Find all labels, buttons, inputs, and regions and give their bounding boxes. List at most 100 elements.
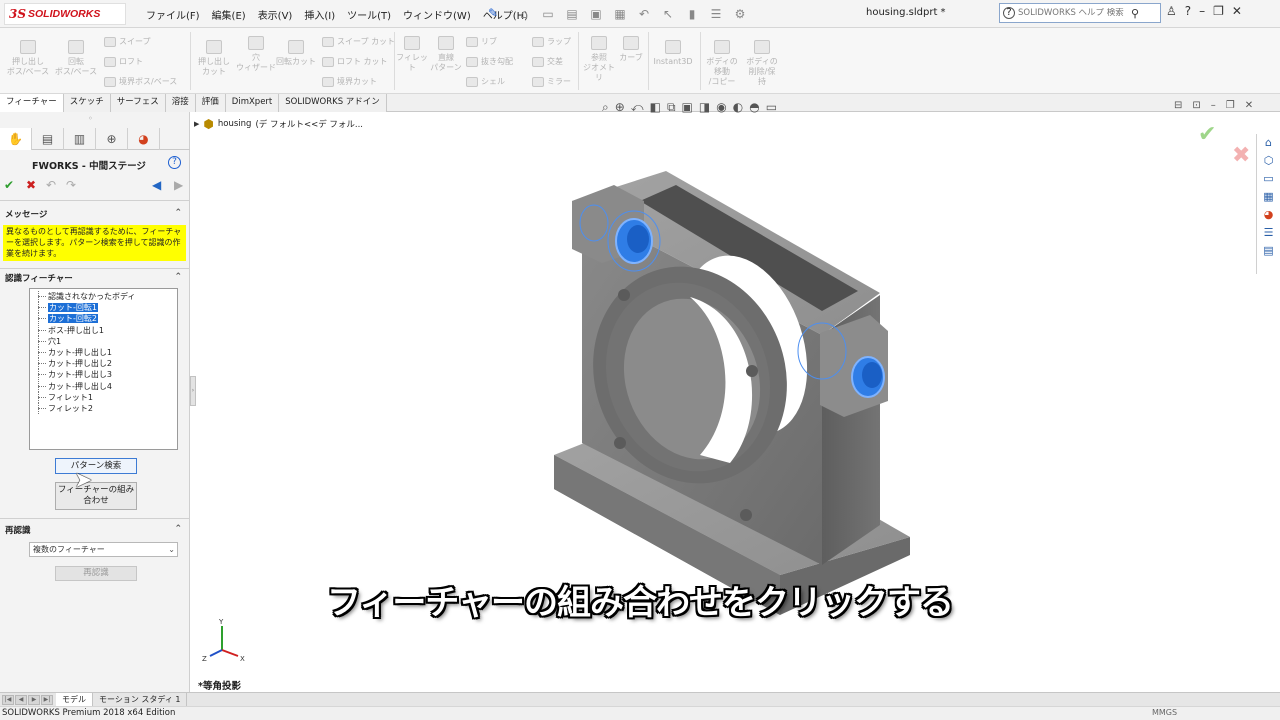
ok-check-icon[interactable]: ✔ [4,178,14,192]
select-icon[interactable]: ↖ [660,7,676,21]
hide-show-items-icon[interactable]: ◉ [716,100,726,115]
confirm-ok-check-icon[interactable]: ✔ [1198,122,1216,147]
close-icon[interactable]: ✕ [1232,4,1242,18]
options-gear-icon[interactable]: ⚙ [732,7,748,21]
boundary-boss-button[interactable]: 境界ボス/ベース [104,76,177,87]
forward-arrow-icon[interactable]: ▶ [174,178,183,192]
display-style-icon[interactable]: ◨ [699,100,710,115]
solidworks-logo[interactable]: 3S SOLIDWORKS [4,3,126,25]
tab-features[interactable]: フィーチャー [0,94,64,112]
minimize-icon[interactable]: – [1199,4,1205,18]
confirm-cancel-x-icon[interactable]: ✖ [1232,143,1250,168]
feature-tree-flyout[interactable]: ▶ ⬢ housing (デ フォルト<<デ フォル... [194,117,363,131]
home-icon[interactable]: ⌂ [516,7,532,21]
chevron-up-icon[interactable]: ⌃ [174,208,182,218]
wrap-button[interactable]: ラップ [532,36,571,47]
previous-view-icon[interactable]: ⤺ [631,100,644,115]
chevron-up-icon[interactable]: ⌃ [174,524,182,534]
user-icon[interactable]: ♙ [1166,4,1177,18]
menu-file[interactable]: ファイル(F) [140,7,206,22]
last-tab-icon[interactable]: ▶| [41,694,53,705]
custom-properties-icon[interactable]: ☰ [1261,226,1277,240]
mirror-button[interactable]: ミラー [532,76,571,87]
configuration-manager-tab-icon[interactable]: ▥ [64,128,96,150]
revolve-cut-button[interactable]: 回転カット [276,40,316,67]
tab-weldments[interactable]: 溶接 [165,94,196,112]
curves-button[interactable]: カーブ [616,36,646,63]
search-icon[interactable]: ⚲ [1131,7,1139,20]
pattern-search-button[interactable]: パターン検索 [55,458,137,474]
edit-appearance-icon[interactable]: ◐ [733,100,743,115]
feature-manager-tab-icon[interactable]: ✋ [0,128,32,150]
rebuild-icon[interactable]: ▮ [684,7,700,21]
dimxpert-manager-tab-icon[interactable]: ⊕ [96,128,128,150]
tab-surfaces[interactable]: サーフェス [110,94,166,112]
move-copy-body-button[interactable]: ボディの 移動 /コピー [702,40,742,87]
first-tab-icon[interactable]: |◀ [2,694,14,705]
rerecognize-section-header[interactable]: 再認識 ⌃ [0,524,190,538]
zoom-to-area-icon[interactable]: ⊕ [615,100,625,115]
list-item[interactable]: ボス-押し出し1 [34,324,173,336]
help-search-box[interactable]: ? ⚲ [999,3,1161,23]
list-item[interactable]: 認識されなかったボディ [34,291,173,303]
prev-tab-icon[interactable]: ◀ [15,694,27,705]
intersect-button[interactable]: 交差 [532,56,563,67]
display-manager-tab-icon[interactable]: ◕ [128,128,160,150]
cancel-x-icon[interactable]: ✖ [26,178,36,192]
reference-geometry-button[interactable]: 参照 ジオメトリ [582,36,616,83]
view-orientation-icon[interactable]: ▣ [682,100,693,115]
menu-tools[interactable]: ツール(T) [341,7,397,22]
tab-motion-study[interactable]: モーション スタディ 1 [93,692,188,707]
save-icon[interactable]: ▣ [588,7,604,21]
hole-wizard-button[interactable]: 穴 ウィザード [236,36,276,73]
sweep-button[interactable]: スイープ [104,36,151,47]
shell-button[interactable]: シェル [466,76,505,87]
dynamic-annotation-icon[interactable]: ⧉ [667,100,676,115]
print-icon[interactable]: ▦ [612,7,628,21]
loft-button[interactable]: ロフト [104,56,143,67]
file-explorer-icon[interactable]: ▭ [1261,172,1277,186]
design-library-icon[interactable]: ⬡ [1261,154,1277,168]
list-item[interactable]: カット-押し出し2 [34,358,173,370]
extrude-boss-button[interactable]: 押し出し ボス/ベース [6,40,50,77]
list-item[interactable]: カット-押し出し3 [34,369,173,381]
list-item[interactable]: カット-押し出し4 [34,380,173,392]
help-icon[interactable]: ? [1185,4,1191,18]
restore-icon[interactable]: ❐ [1213,4,1224,18]
list-item[interactable]: フィレット2 [34,402,173,415]
revolve-boss-button[interactable]: 回転 ボス/ベース [54,40,98,77]
recognized-features-header[interactable]: 認識フィーチャー ⌃ [0,272,190,286]
viewport-expand-icon[interactable]: ⊡ [1192,100,1200,111]
menu-edit[interactable]: 編集(E) [206,7,252,22]
forum-icon[interactable]: ▤ [1261,244,1277,258]
list-item[interactable]: カット-回転2 [34,313,173,325]
viewport-restore-icon[interactable]: ❐ [1226,100,1235,111]
apply-scene-icon[interactable]: ◓ [749,100,759,115]
panel-grip-icon[interactable]: ◦ [88,114,93,123]
property-manager-tab-icon[interactable]: ▤ [32,128,64,150]
chevron-up-icon[interactable]: ⌃ [174,272,182,282]
next-tab-icon[interactable]: ▶ [28,694,40,705]
back-arrow-icon[interactable]: ◀ [152,178,161,192]
menu-view[interactable]: 表示(V) [252,7,299,22]
open-icon[interactable]: ▤ [564,7,580,21]
help-icon[interactable]: ? [168,156,181,169]
recognized-features-list[interactable]: 認識されなかったボディ カット-回転1 カット-回転2 ボス-押し出し1 穴1 … [29,288,178,450]
extrude-cut-button[interactable]: 押し出し カット [194,40,234,77]
solidworks-resources-icon[interactable]: ⌂ [1261,136,1277,150]
tab-sketch[interactable]: スケッチ [63,94,111,112]
tab-dimxpert[interactable]: DimXpert [225,94,280,112]
sweep-cut-button[interactable]: スイープ カット [322,36,395,47]
instant3d-button[interactable]: Instant3D [650,40,696,67]
new-document-icon[interactable]: ▭ [540,7,556,21]
tab-model[interactable]: モデル [56,692,93,707]
viewport-close-icon[interactable]: ✕ [1245,100,1253,111]
linear-pattern-button[interactable]: 直線 パターン [430,36,462,73]
rib-button[interactable]: リブ [466,36,497,47]
rerecognize-type-select[interactable]: 複数のフィーチャー ⌄ [29,542,178,557]
delete-keep-body-button[interactable]: ボディの 削除/保 持 [742,40,782,87]
view-palette-icon[interactable]: ▦ [1261,190,1277,204]
viewport-minimize-icon[interactable]: – [1211,100,1216,111]
zoom-to-fit-icon[interactable]: ⌕ [602,100,609,115]
menu-window[interactable]: ウィンドウ(W) [397,7,477,22]
